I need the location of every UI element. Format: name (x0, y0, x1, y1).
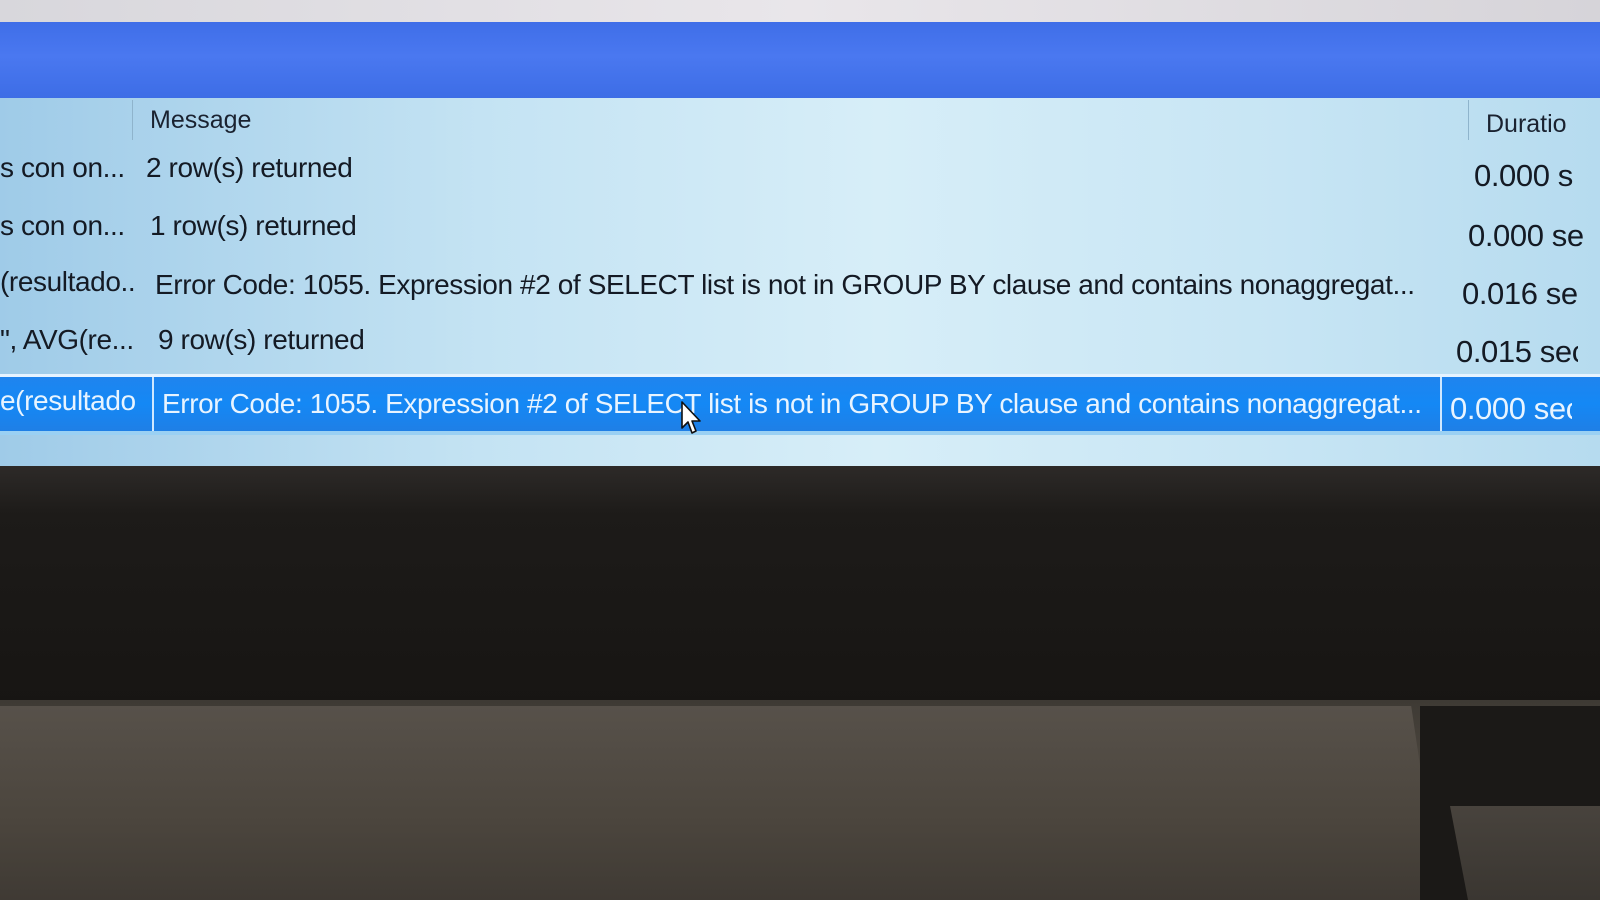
laptop-keyboard-deck-panel (0, 706, 1440, 900)
row-message-cell: Error Code: 1055. Expression #2 of SELEC… (155, 269, 1415, 300)
row-duration-cell: 0.000 s (1474, 158, 1573, 193)
row-duration-cell: 0.016 se (1462, 276, 1578, 311)
row-action-cell: s con on... (0, 152, 125, 183)
output-title-bar (0, 22, 1600, 98)
row-duration-cell: 0.015 sec (1456, 334, 1578, 369)
column-separator[interactable] (132, 100, 133, 140)
row-action-cell: e(resultado... (0, 385, 135, 416)
screen-top-strip (0, 0, 1600, 22)
row-message-cell: 1 row(s) returned (150, 210, 357, 241)
column-header-message[interactable]: Message (150, 106, 251, 135)
row-action-cell: ", AVG(re... (0, 324, 134, 355)
row-duration-cell: 0.000 se (1468, 218, 1584, 253)
photo-scene: Message Duratio s con on... 2 row(s) ret… (0, 0, 1600, 900)
row-message-cell: 2 row(s) returned (146, 152, 353, 183)
column-separator (1440, 377, 1442, 431)
row-duration-cell: 0.000 sec (1450, 391, 1572, 426)
grid-row[interactable]: ", AVG(re... 9 row(s) returned 0.015 sec (0, 318, 1600, 372)
laptop-bezel (0, 466, 1600, 706)
laptop-deck-corner (1450, 806, 1600, 900)
column-separator[interactable] (1468, 100, 1469, 140)
grid-row-error[interactable]: (resultado... Error Code: 1055. Expressi… (0, 261, 1600, 315)
grid-row-selected[interactable]: e(resultado... Error Code: 1055. Express… (0, 374, 1600, 435)
row-message-cell: Error Code: 1055. Expression #2 of SELEC… (162, 388, 1422, 419)
grid-header-row: Message Duratio (0, 98, 1600, 142)
row-action-cell: (resultado... (0, 266, 135, 297)
column-header-duration[interactable]: Duratio (1486, 110, 1567, 139)
row-message-cell: 9 row(s) returned (158, 324, 365, 355)
mouse-pointer-icon (681, 401, 701, 434)
grid-row[interactable]: s con on... 2 row(s) returned 0.000 s (0, 146, 1600, 200)
column-separator (152, 377, 154, 431)
action-output-grid[interactable]: Message Duratio s con on... 2 row(s) ret… (0, 98, 1600, 466)
row-action-cell: s con on... (0, 210, 125, 241)
grid-row[interactable]: s con on... 1 row(s) returned 0.000 se (0, 204, 1600, 258)
